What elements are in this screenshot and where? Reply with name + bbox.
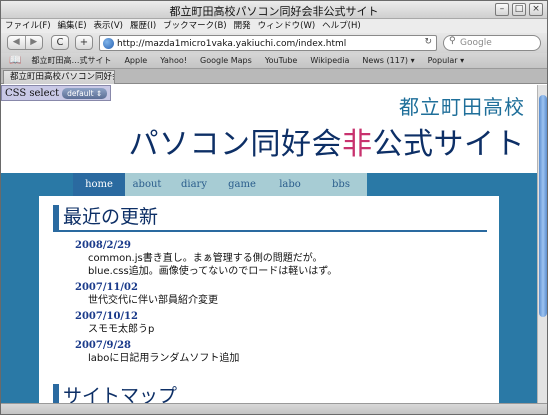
site-nav: home about diary game labo bbs [73,173,367,196]
sitemap-heading: サイトマップ [53,384,487,403]
css-select-value: default [67,88,94,98]
close-button[interactable]: × [529,3,543,16]
title-bar: 都立町田高校パソコン同好会非公式サイト – □ × [1,1,547,19]
bookmark-folder[interactable]: Popular ▾ [428,56,465,65]
bookmarks-bar: 📖 都立町田高…式サイト Apple Yahoo! Google Maps Yo… [1,53,547,69]
news-text: blue.css追加。画像使ってないのでロードは軽いはず。 [88,266,338,277]
toolbar: ◀ ▶ C + ↻ ⚲ [1,33,547,53]
menu-help[interactable]: ヘルプ(H) [322,19,361,33]
nav-diary[interactable]: diary [169,173,219,196]
tab-bar: 都立町田高校パソコン同好会… [1,69,547,84]
nav-game[interactable]: game [219,173,265,196]
news-text: common.js書き直し。まぁ管理する側の問題だが。 [88,253,323,264]
url-input[interactable] [117,37,417,50]
site-title-part: パソコン同好会 [128,127,342,162]
news-text: laboに日記用ランダムソフト追加 [88,353,240,364]
menu-bookmarks[interactable]: ブックマーク(B) [163,19,226,33]
back-arrow-icon[interactable]: ◀ [8,36,25,49]
refresh-icon[interactable]: ↻ [424,37,432,47]
back-forward-group: ◀ ▶ [7,35,43,50]
news-list: 2008/2/29 common.js書き直し。まぁ管理する側の問題だが。 bl… [75,239,485,365]
bookmark-item[interactable]: Yahoo! [160,56,187,65]
bookmark-item[interactable]: YouTube [265,56,298,65]
menu-file[interactable]: ファイル(F) [5,19,51,33]
news-date: 2007/11/02 [75,282,138,293]
site-title-part: 公式サイト [372,127,525,162]
browser-window: 都立町田高校パソコン同好会非公式サイト – □ × ファイル(F) 編集(E) … [0,0,548,415]
search-input[interactable] [460,37,536,49]
menu-history[interactable]: 履歴(I) [130,19,156,33]
menu-view[interactable]: 表示(V) [94,19,123,33]
scrollbar-thumb[interactable] [539,95,547,317]
status-bar [1,403,547,414]
css-select: CSS select default ⇕ [1,85,112,101]
bookmark-item[interactable]: 都立町田高…式サイト [31,55,111,66]
menu-develop[interactable]: 開発 [234,19,251,33]
school-name: 都立町田高校 [399,95,525,119]
search-box[interactable]: ⚲ [443,35,541,51]
news-date: 2008/2/29 [75,240,132,251]
bookmark-folder[interactable]: News (117) ▾ [362,56,414,65]
maximize-button[interactable]: □ [512,3,526,16]
nav-about[interactable]: about [125,173,169,196]
menu-window[interactable]: ウィンドウ(W) [258,19,316,33]
site-title: パソコン同好会非公式サイト [129,119,526,163]
news-date: 2007/10/12 [75,311,138,322]
main-content: 最近の更新 2008/2/29 common.js書き直し。まぁ管理する側の問題… [39,196,499,403]
bookmark-item[interactable]: Apple [124,56,147,65]
vertical-scrollbar[interactable] [537,85,547,403]
css-select-dropdown[interactable]: default ⇕ [62,87,108,99]
news-text: 世代交代に伴い部員紹介変更 [88,295,218,306]
add-bookmark-button[interactable]: + [75,35,93,50]
recent-updates-heading: 最近の更新 [53,205,487,232]
open-book-icon[interactable]: 📖 [9,55,21,66]
forward-arrow-icon[interactable]: ▶ [24,36,43,49]
news-date: 2007/9/28 [75,340,132,351]
nav-home[interactable]: home [73,173,125,196]
css-select-label: CSS select [5,87,60,99]
nav-bbs[interactable]: bbs [315,173,367,196]
site-title-highlight: 非 [342,127,373,162]
menu-edit[interactable]: 編集(E) [58,19,87,33]
news-text: スモモ太郎うp [88,324,155,335]
reload-button[interactable]: C [51,35,69,50]
menu-bar: ファイル(F) 編集(E) 表示(V) 履歴(I) ブックマーク(B) 開発 ウ… [1,19,547,33]
bookmark-item[interactable]: Wikipedia [310,56,349,65]
page-viewport: 都立町田高校 パソコン同好会非公式サイト CSS select default … [1,85,537,403]
globe-icon [103,38,114,49]
search-icon: ⚲ [449,36,456,46]
tab-current[interactable]: 都立町田高校パソコン同好会… [3,70,115,84]
bookmark-item[interactable]: Google Maps [200,56,252,65]
window-title: 都立町田高校パソコン同好会非公式サイト [169,5,379,18]
address-bar[interactable]: ↻ [99,35,437,51]
window-controls: – □ × [495,3,543,16]
minimize-button[interactable]: – [495,3,509,16]
nav-labo[interactable]: labo [265,173,315,196]
